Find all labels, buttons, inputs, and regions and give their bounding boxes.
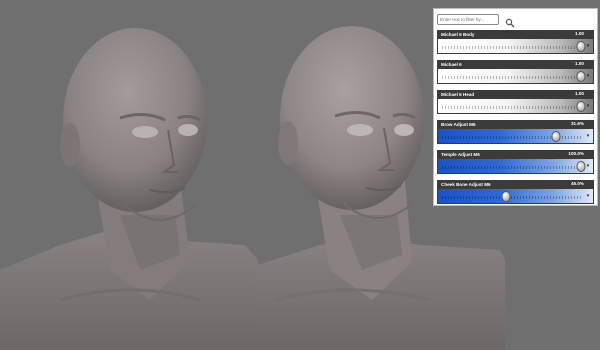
slider-list: Michael 6 Body 1.00 ▾ Michael 6 1.00 ▾ Michael… bbox=[437, 30, 594, 204]
chevron-down-icon[interactable]: ▾ bbox=[585, 163, 591, 169]
chevron-down-icon[interactable]: ▾ bbox=[585, 103, 591, 109]
slider-label: Brow Adjust M6 bbox=[438, 121, 593, 129]
chevron-down-icon[interactable]: ▾ bbox=[585, 193, 591, 199]
parameters-panel: Michael 6 Body1.00▾Michael 61.00▾Michael… bbox=[433, 8, 598, 206]
magnifier-icon[interactable] bbox=[505, 15, 515, 27]
parameter-slider[interactable]: Brow Adjust M6 31.6% ▾ bbox=[437, 120, 594, 144]
parameter-slider[interactable]: Michael 6 Body 1.00 ▾ bbox=[437, 30, 594, 54]
search-input[interactable] bbox=[437, 14, 499, 25]
chevron-down-icon[interactable]: ▾ bbox=[585, 73, 591, 79]
slider-label: Michael 6 Body bbox=[438, 31, 593, 39]
slider-ticks bbox=[442, 46, 581, 49]
slider-ticks bbox=[442, 76, 581, 79]
slider-knob[interactable] bbox=[501, 191, 511, 202]
slider-value[interactable]: 1.00 bbox=[575, 91, 584, 99]
slider-label: Michael 6 bbox=[438, 61, 593, 69]
slider-ticks bbox=[442, 196, 581, 199]
slider-value[interactable]: 1.00 bbox=[575, 61, 584, 69]
parameter-slider[interactable]: Cheek Bone Adjust M6 45.0% ▾ bbox=[437, 180, 594, 204]
slider-ticks bbox=[442, 106, 581, 109]
figure-left bbox=[0, 28, 258, 350]
parameter-slider[interactable]: Michael 6 Head 1.00 ▾ bbox=[437, 90, 594, 114]
slider-value[interactable]: 1.00 bbox=[575, 31, 584, 39]
slider-value[interactable]: 31.6% bbox=[571, 121, 584, 129]
slider-ticks bbox=[442, 166, 581, 169]
search-row bbox=[437, 13, 594, 27]
chevron-down-icon[interactable]: ▾ bbox=[585, 133, 591, 139]
slider-value[interactable]: 100.0% bbox=[568, 151, 584, 159]
slider-label: Michael 6 Head bbox=[438, 91, 593, 99]
slider-label: Cheek Bone Adjust M6 bbox=[438, 181, 593, 189]
slider-value[interactable]: 45.0% bbox=[571, 181, 584, 189]
chevron-down-icon[interactable]: ▾ bbox=[585, 43, 591, 49]
parameter-slider[interactable]: Michael 6 1.00 ▾ bbox=[437, 60, 594, 84]
slider-knob[interactable] bbox=[551, 131, 561, 142]
parameter-slider[interactable]: Temple Adjust M6 100.0% ▾ bbox=[437, 150, 594, 174]
